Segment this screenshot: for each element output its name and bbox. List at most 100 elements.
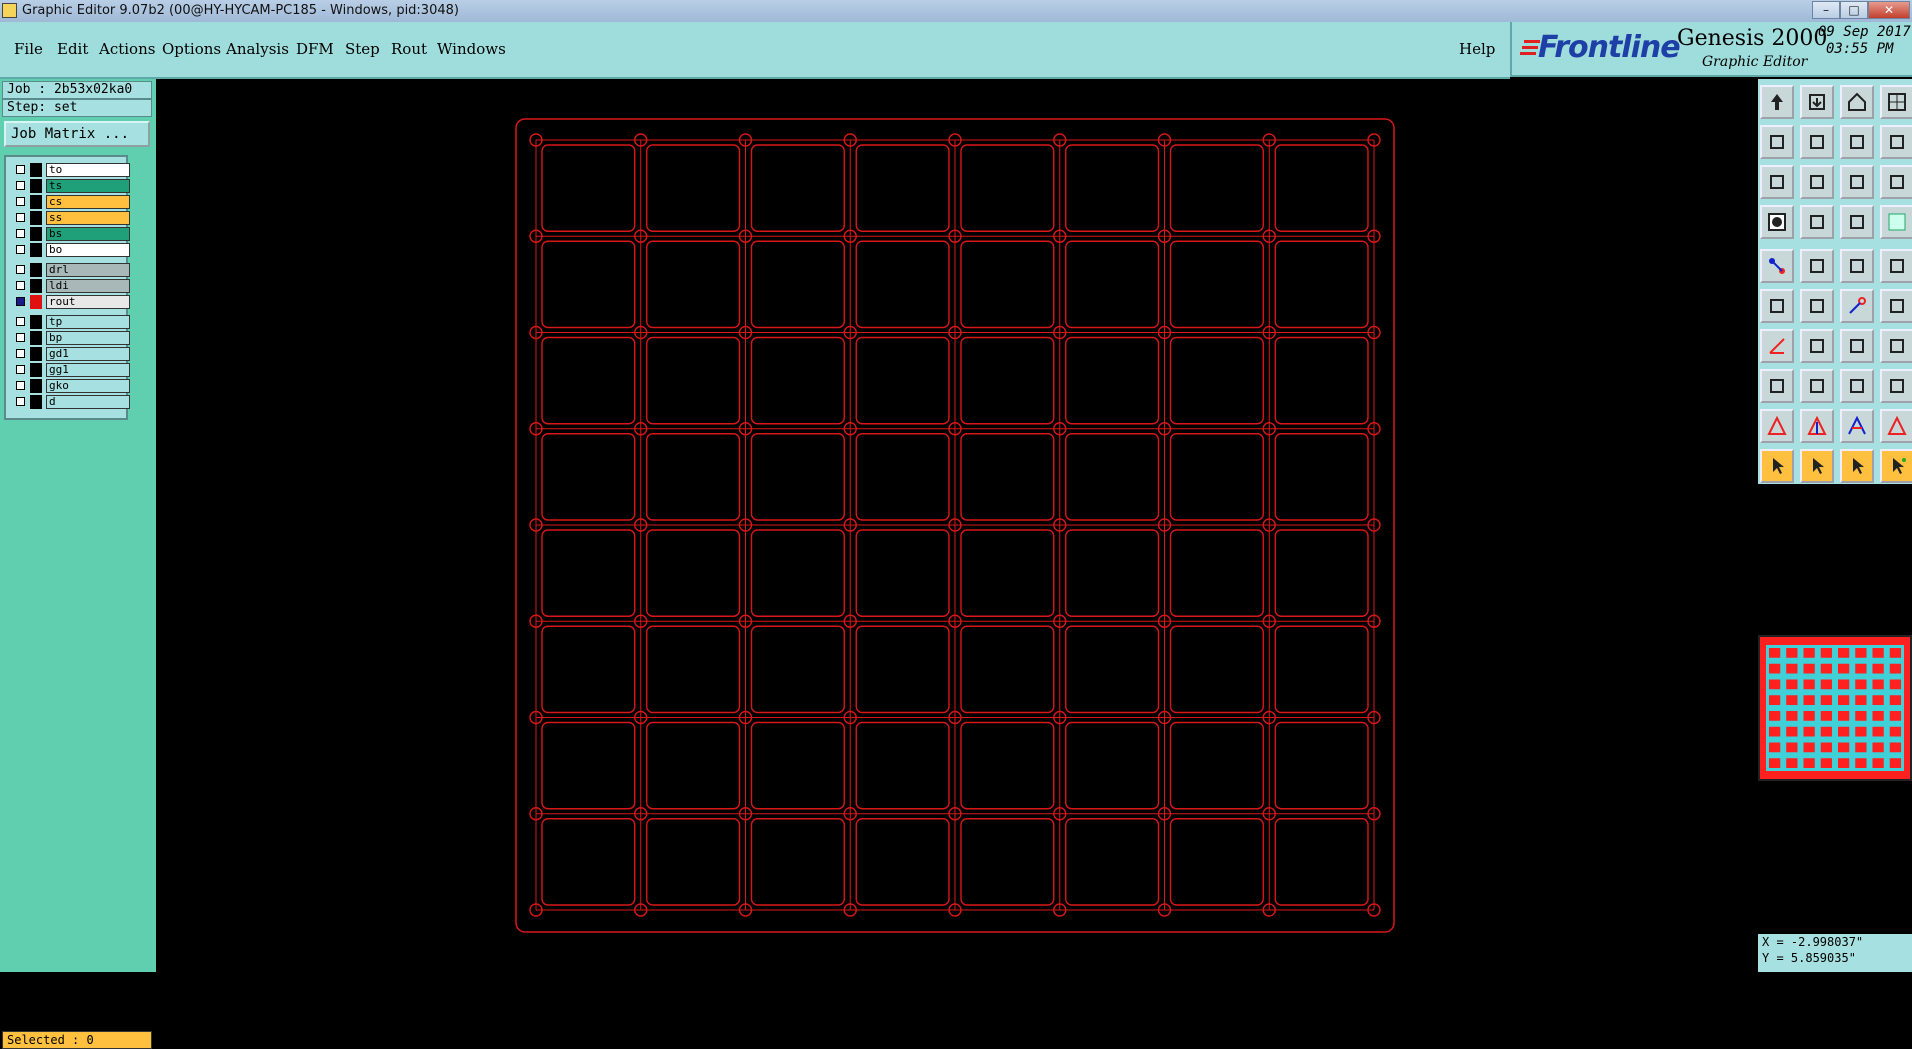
measure-tool-button[interactable] xyxy=(1840,369,1874,403)
layer-checkbox[interactable] xyxy=(16,229,25,238)
copper-tool-button[interactable] xyxy=(1880,369,1912,403)
layer-name[interactable]: gko xyxy=(46,379,130,393)
menu-actions[interactable]: Actions xyxy=(99,40,155,58)
layer-name[interactable]: to xyxy=(46,163,130,177)
prev-tool-button[interactable] xyxy=(1760,125,1794,159)
layer-row-cs[interactable]: cs xyxy=(10,195,130,209)
fit-tool-button[interactable] xyxy=(1760,165,1794,199)
close-button[interactable]: ✕ xyxy=(1868,1,1910,19)
pad-tool-button[interactable] xyxy=(1880,249,1912,283)
point-dot-tool-button[interactable] xyxy=(1880,289,1912,323)
layer-checkbox[interactable] xyxy=(16,165,25,174)
menu-dfm[interactable]: DFM xyxy=(296,40,334,58)
layer-checkbox[interactable] xyxy=(16,245,25,254)
feature-tool-button[interactable] xyxy=(1760,205,1794,239)
scroll-tool-button[interactable] xyxy=(1880,125,1912,159)
layer-checkbox[interactable] xyxy=(16,397,25,406)
layer-name[interactable]: gg1 xyxy=(46,363,130,377)
snap-skeleton-tool-button[interactable] xyxy=(1800,249,1834,283)
layer-row-tp[interactable]: tp xyxy=(10,315,130,329)
angle-tool-button[interactable] xyxy=(1760,329,1794,363)
layer-name[interactable]: ldi xyxy=(46,279,130,293)
layer-row-bp[interactable]: bp xyxy=(10,331,130,345)
layer-row-gd1[interactable]: gd1 xyxy=(10,347,130,361)
swap-tool-button[interactable] xyxy=(1840,125,1874,159)
triangle-d-tool-button[interactable] xyxy=(1880,409,1912,443)
layer-row-to[interactable]: to xyxy=(10,163,130,177)
line-tool-button[interactable] xyxy=(1800,329,1834,363)
text-tool-button[interactable] xyxy=(1880,329,1912,363)
snap-center-tool-button[interactable] xyxy=(1760,249,1794,283)
select-box-tool-button[interactable] xyxy=(1800,449,1834,483)
zoom-tool-button[interactable] xyxy=(1800,165,1834,199)
layer-name[interactable]: rout xyxy=(46,295,130,309)
arc-tool-button[interactable] xyxy=(1840,329,1874,363)
layer-checkbox[interactable] xyxy=(16,333,25,342)
connect-tool-button[interactable] xyxy=(1760,289,1794,323)
select-lasso-tool-button[interactable] xyxy=(1840,449,1874,483)
layer-row-rout[interactable]: rout xyxy=(10,295,130,309)
dash-tool-button[interactable] xyxy=(1800,369,1834,403)
job-matrix-button[interactable]: Job Matrix ... xyxy=(4,121,150,147)
layer-checkbox[interactable] xyxy=(16,349,25,358)
ruler-tool-button[interactable] xyxy=(1840,249,1874,283)
select-pointer-tool-button[interactable] xyxy=(1760,449,1794,483)
layer-name[interactable]: tp xyxy=(46,315,130,329)
save-tool-button[interactable] xyxy=(1800,85,1834,119)
menu-help[interactable]: Help xyxy=(1459,40,1495,58)
layer-row-bs[interactable]: bs xyxy=(10,227,130,241)
cross-tool-button[interactable] xyxy=(1800,289,1834,323)
layer-name[interactable]: ss xyxy=(46,211,130,225)
minimize-button[interactable]: – xyxy=(1812,1,1840,19)
menu-edit[interactable]: Edit xyxy=(57,40,88,58)
pin-tool-button[interactable] xyxy=(1760,369,1794,403)
overview-map[interactable] xyxy=(1758,635,1912,781)
grid-tool-button[interactable] xyxy=(1800,205,1834,239)
layer-row-gg1[interactable]: gg1 xyxy=(10,363,130,377)
layers-off-tool-button[interactable] xyxy=(1880,205,1912,239)
point-red-tool-button[interactable] xyxy=(1840,289,1874,323)
layers-on-tool-button[interactable] xyxy=(1840,205,1874,239)
triangle-b-tool-button[interactable] xyxy=(1800,409,1834,443)
layer-row-bo[interactable]: bo xyxy=(10,243,130,257)
layer-checkbox[interactable] xyxy=(16,197,25,206)
layer-checkbox[interactable] xyxy=(16,213,25,222)
scale-tool-button[interactable] xyxy=(1840,165,1874,199)
layer-name[interactable]: bs xyxy=(46,227,130,241)
layer-name[interactable]: d xyxy=(46,395,130,409)
maximize-button[interactable]: □ xyxy=(1840,1,1868,19)
layer-row-ldi[interactable]: ldi xyxy=(10,279,130,293)
graphic-canvas[interactable] xyxy=(156,79,1758,972)
menu-options[interactable]: Options xyxy=(162,40,221,58)
help-tool-button[interactable] xyxy=(1880,165,1912,199)
layer-row-ts[interactable]: ts xyxy=(10,179,130,193)
layer-checkbox[interactable] xyxy=(16,381,25,390)
menu-rout[interactable]: Rout xyxy=(391,40,427,58)
layer-row-drl[interactable]: drl xyxy=(10,263,130,277)
menu-step[interactable]: Step xyxy=(345,40,380,58)
layer-checkbox[interactable] xyxy=(16,365,25,374)
layer-name[interactable]: ts xyxy=(46,179,130,193)
layer-name[interactable]: bp xyxy=(46,331,130,345)
layer-row-d[interactable]: d xyxy=(10,395,130,409)
layer-name[interactable]: bo xyxy=(46,243,130,257)
layer-row-ss[interactable]: ss xyxy=(10,211,130,225)
layer-checkbox[interactable] xyxy=(16,317,25,326)
menu-windows[interactable]: Windows xyxy=(437,40,506,58)
layer-name[interactable]: cs xyxy=(46,195,130,209)
layer-name[interactable]: drl xyxy=(46,263,130,277)
home-tool-button[interactable] xyxy=(1840,85,1874,119)
layer-checkbox[interactable] xyxy=(16,181,25,190)
split-window-tool-button[interactable] xyxy=(1880,85,1912,119)
layer-checkbox[interactable] xyxy=(16,265,25,274)
menu-analysis[interactable]: Analysis xyxy=(226,40,289,58)
triangle-a-tool-button[interactable] xyxy=(1760,409,1794,443)
triangle-c-tool-button[interactable] xyxy=(1840,409,1874,443)
layer-checkbox[interactable] xyxy=(16,297,25,306)
menu-file[interactable]: File xyxy=(14,40,43,58)
select-net-tool-button[interactable] xyxy=(1880,449,1912,483)
layer-row-gko[interactable]: gko xyxy=(10,379,130,393)
layer-checkbox[interactable] xyxy=(16,281,25,290)
next-tool-button[interactable] xyxy=(1800,125,1834,159)
layer-name[interactable]: gd1 xyxy=(46,347,130,361)
